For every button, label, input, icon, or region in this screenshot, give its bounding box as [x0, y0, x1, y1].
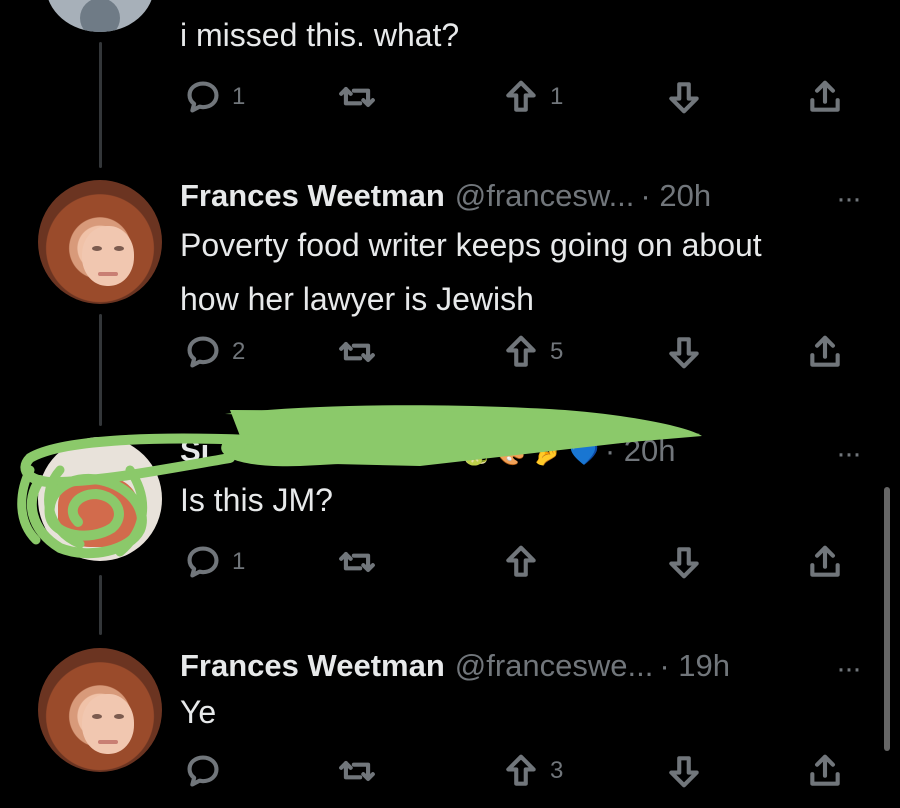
upvote-count: 5 [550, 338, 564, 365]
share-button[interactable] [806, 78, 844, 116]
share-button[interactable] [806, 752, 844, 790]
downvote-button[interactable] [665, 78, 703, 116]
avatar[interactable] [38, 180, 162, 304]
reply-button[interactable]: 1 [184, 543, 245, 581]
retweet-icon [339, 552, 375, 572]
upvote-icon [506, 80, 536, 112]
share-icon [810, 80, 840, 112]
display-name[interactable]: Frances Weetman [180, 178, 445, 214]
share-icon [810, 754, 840, 786]
avatar[interactable] [46, 0, 154, 32]
timestamp[interactable]: · 20h [605, 433, 676, 469]
reply-button[interactable] [184, 752, 222, 790]
user-handle[interactable]: @francesw... [455, 178, 635, 214]
user-handle[interactable]: @franceswe... [455, 648, 654, 684]
reply-count: 1 [232, 83, 246, 110]
tweet-text: Ye [180, 694, 217, 730]
reply-icon [187, 755, 219, 787]
reply-icon [187, 546, 219, 578]
share-button[interactable] [806, 543, 844, 581]
upvote-icon [506, 754, 536, 786]
downvote-icon [669, 337, 699, 369]
emoji-badges: 🐍 🎨 🤌 💙 [459, 440, 599, 467]
display-name[interactable]: Frances Weetman [180, 648, 445, 684]
tweet-text: Is this JM? [180, 482, 333, 518]
retweet-icon [339, 87, 375, 107]
reply-button[interactable]: 1 [184, 78, 245, 116]
reply-button[interactable]: 2 [184, 333, 245, 371]
retweet-button[interactable] [338, 333, 386, 371]
retweet-icon [339, 342, 375, 362]
display-name[interactable]: Si [180, 433, 209, 469]
tweet[interactable]: Frances Weetman @francesw... · 20h ··· P… [0, 170, 900, 390]
tweet-text: Poverty food writer keeps going on about… [180, 227, 762, 317]
reply-count: 2 [232, 338, 246, 365]
reply-icon [187, 81, 219, 113]
timestamp[interactable]: · 20h [640, 178, 711, 214]
more-icon[interactable]: ··· [836, 182, 862, 216]
retweet-icon [339, 761, 375, 781]
retweet-button[interactable] [338, 78, 386, 116]
share-icon [810, 545, 840, 577]
retweet-button[interactable] [338, 752, 376, 790]
downvote-button[interactable] [665, 752, 703, 790]
scrollbar[interactable] [884, 487, 890, 751]
retweet-button[interactable] [338, 543, 376, 581]
upvote-count: 3 [550, 757, 564, 784]
more-icon[interactable]: ··· [836, 437, 862, 471]
upvote-count: 1 [550, 83, 564, 110]
tweet-text: i missed this. what? [180, 17, 460, 53]
downvote-icon [669, 756, 699, 788]
downvote-button[interactable] [665, 333, 703, 371]
downvote-icon [669, 82, 699, 114]
upvote-button[interactable] [502, 543, 540, 581]
upvote-icon [506, 335, 536, 367]
share-button[interactable] [806, 333, 844, 371]
upvote-button[interactable]: 3 [502, 752, 563, 790]
timestamp[interactable]: · 19h [659, 648, 730, 684]
reply-count: 1 [232, 548, 246, 575]
tweet[interactable]: i missed this. what? 1 1 [0, 0, 900, 130]
tweet[interactable]: Frances Weetman @franceswe... · 19h ··· … [0, 640, 900, 808]
share-icon [810, 335, 840, 367]
downvote-button[interactable] [665, 543, 703, 581]
upvote-button[interactable]: 1 [502, 78, 563, 116]
tweet[interactable]: Si 🐍 🎨 🤌 💙 · 20h ··· Is this JM? 1 [0, 425, 900, 600]
reply-icon [187, 336, 219, 368]
downvote-icon [669, 547, 699, 579]
more-icon[interactable]: ··· [836, 652, 862, 686]
upvote-button[interactable]: 5 [502, 333, 563, 371]
upvote-icon [506, 545, 536, 577]
